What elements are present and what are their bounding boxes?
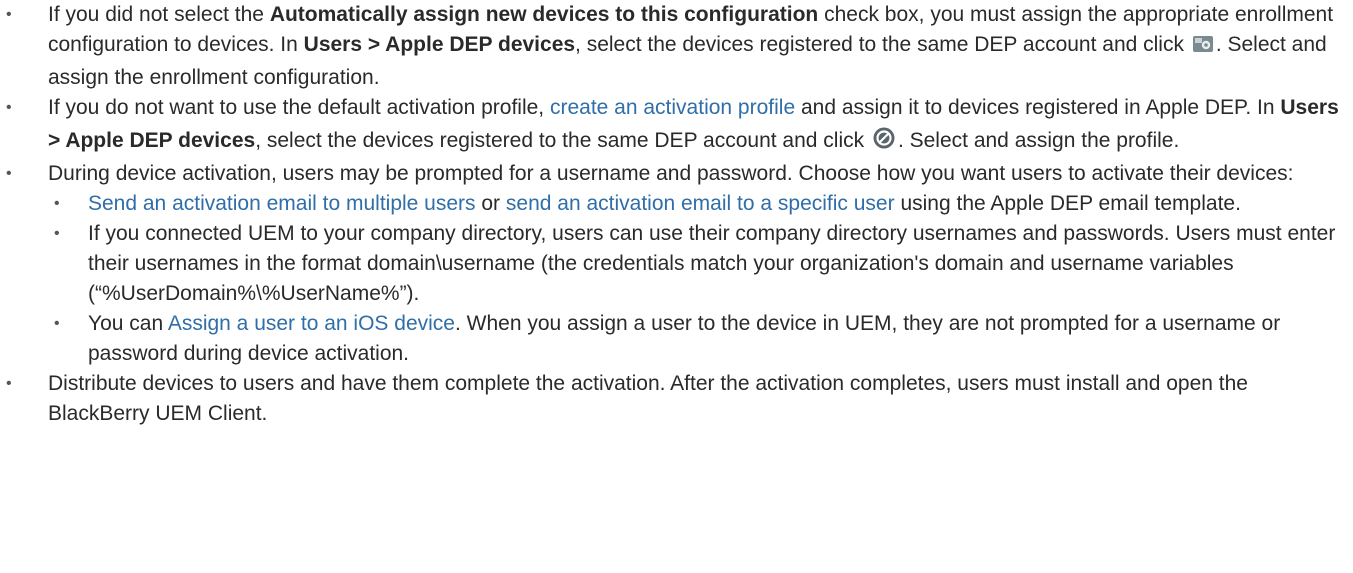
list-item-text: Distribute devices to users and have the… xyxy=(48,372,1248,425)
bullet-marker: • xyxy=(54,315,60,332)
list-item: • If you do not want to use the default … xyxy=(0,93,1353,159)
sub-list-item: • You can Assign a user to an iOS device… xyxy=(48,309,1345,369)
document-body: • If you did not select the Automaticall… xyxy=(0,0,1353,429)
list-item-text: You can xyxy=(88,312,168,335)
activation-profile-icon xyxy=(872,126,896,159)
bullet-marker: • xyxy=(54,195,60,212)
sub-list-item: • Send an activation email to multiple u… xyxy=(48,189,1345,219)
create-activation-profile-link[interactable]: create an activation profile xyxy=(550,96,795,119)
list-item: • During device activation, users may be… xyxy=(0,159,1353,369)
list-item-text: . Select and assign the profile. xyxy=(897,129,1180,152)
assign-user-ios-device-link[interactable]: Assign a user to an iOS device xyxy=(168,312,455,335)
sub-list-item: • If you connected UEM to your company d… xyxy=(48,219,1345,309)
bullet-marker: • xyxy=(6,6,12,23)
bullet-marker: • xyxy=(6,375,12,392)
bullet-marker: • xyxy=(54,225,60,242)
list-item-text: or xyxy=(475,192,506,215)
send-email-specific-user-link[interactable]: send an activation email to a specific u… xyxy=(506,192,895,215)
list-item-text: If you connected UEM to your company dir… xyxy=(88,222,1336,305)
list-item-text: During device activation, users may be p… xyxy=(48,162,1294,185)
list-item-text: , select the devices registered to the s… xyxy=(255,129,870,152)
list-item-text: using the Apple DEP email template. xyxy=(894,192,1241,215)
bullet-marker: • xyxy=(6,99,12,116)
list-item-text: , select the devices registered to the s… xyxy=(575,33,1190,56)
send-email-multiple-users-link[interactable]: Send an activation email to multiple use… xyxy=(88,192,476,215)
list-item: • If you did not select the Automaticall… xyxy=(0,0,1353,93)
sub-list: • Send an activation email to multiple u… xyxy=(48,189,1345,369)
list-item: • Distribute devices to users and have t… xyxy=(0,369,1353,429)
enrollment-config-icon xyxy=(1192,33,1214,63)
bullet-list: • If you did not select the Automaticall… xyxy=(0,0,1353,429)
list-item-text: If you did not select the xyxy=(48,3,270,26)
list-item-text: If you do not want to use the default ac… xyxy=(48,96,550,119)
list-item-text: and assign it to devices registered in A… xyxy=(795,96,1281,119)
ui-path: Users > Apple DEP devices xyxy=(303,33,576,56)
bold-text: Automatically assign new devices to this… xyxy=(269,3,819,26)
bullet-marker: • xyxy=(6,165,12,182)
